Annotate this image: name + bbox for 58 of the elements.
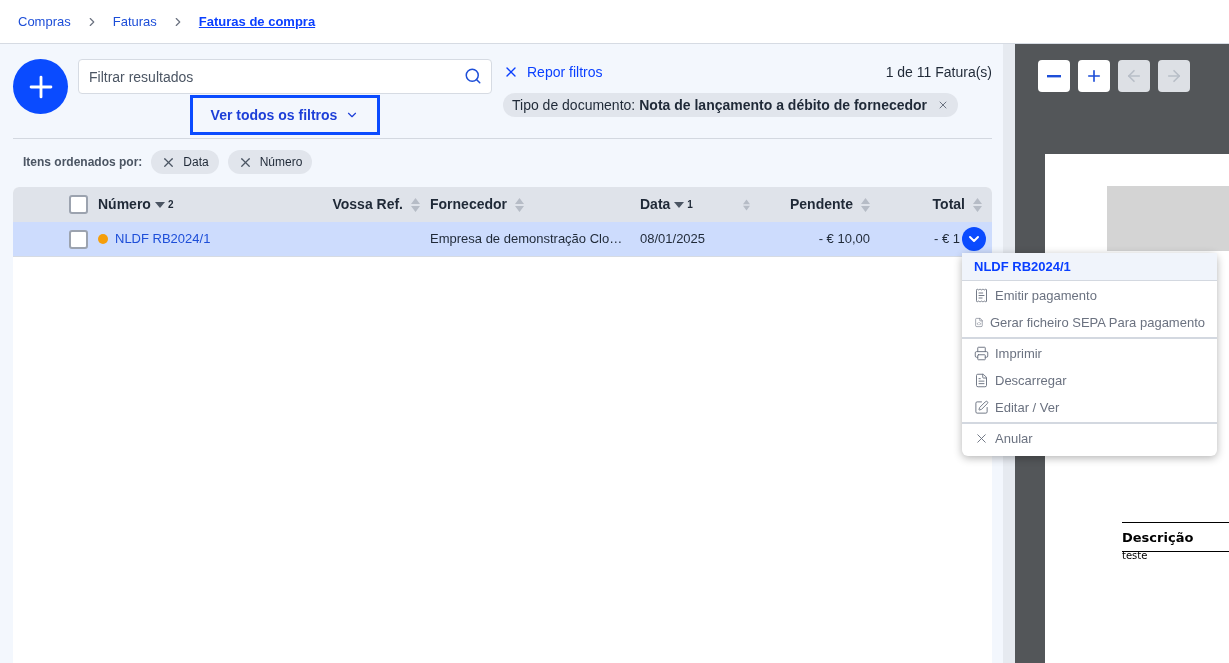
filter-name: Tipo de documento: xyxy=(512,95,636,115)
edit-icon xyxy=(974,400,989,415)
close-icon xyxy=(974,431,989,446)
select-all-checkbox[interactable] xyxy=(69,195,88,214)
table-cell-text: - € 1 xyxy=(934,230,960,249)
column-header[interactable]: Data xyxy=(640,194,671,215)
sort-order: 2 xyxy=(167,198,174,212)
filter-value: Nota de lançamento a débito de fornecedor xyxy=(639,95,928,115)
column-header[interactable]: Total xyxy=(932,194,965,215)
sort-label: Itens ordenados por: xyxy=(23,154,143,171)
receipt-icon xyxy=(974,288,989,303)
arrow-right-icon xyxy=(1165,67,1183,85)
menu-item[interactable]: Imprimir xyxy=(962,340,1217,367)
add-button[interactable] xyxy=(13,59,68,114)
reset-filters-link[interactable]: Repor filtros xyxy=(503,61,603,83)
plus-icon xyxy=(1085,67,1103,85)
sort-chip[interactable]: Número xyxy=(227,150,313,174)
sort-descending-icon[interactable] xyxy=(154,201,165,208)
sort-order: 1 xyxy=(687,198,693,212)
table-cell-text: 08/01/2025 xyxy=(640,230,706,249)
table-row[interactable]: NLDF RB2024/1 Empresa de demonstração Clo… 08/01/2025 - € 10,00 - € 1 xyxy=(13,222,992,257)
breadcrumb-link[interactable]: Faturas de compra xyxy=(198,11,316,32)
column-header[interactable]: Vossa Ref. xyxy=(332,194,403,215)
menu-item[interactable]: Gerar ficheiro SEPA Para pagamento xyxy=(962,309,1217,336)
sort-icon[interactable] xyxy=(973,197,982,212)
result-count: 1 de 11 Fatura(s) xyxy=(885,62,992,82)
table-cell-text: Empresa de demonstração Clo… xyxy=(430,230,623,249)
menu-item[interactable]: Descarregar xyxy=(962,367,1217,394)
all-filters-button[interactable]: Ver todos os filtros xyxy=(190,95,380,135)
breadcrumb-link[interactable]: Compras xyxy=(18,11,71,32)
menu-item[interactable]: Editar / Ver xyxy=(962,394,1217,421)
minus-icon xyxy=(1047,74,1061,78)
menu-item[interactable]: Emitir pagamento xyxy=(962,282,1217,309)
menu-title: NLDF RB2024/1 xyxy=(974,257,1071,276)
table-cell-text: - € 10,00 xyxy=(818,230,870,249)
sort-chip[interactable]: Data xyxy=(151,150,219,174)
section-title: Descrição xyxy=(1122,530,1194,545)
sort-descending-icon[interactable] xyxy=(674,201,685,208)
row-actions-button[interactable] xyxy=(962,227,986,251)
breadcrumb-link[interactable]: Faturas xyxy=(112,11,157,32)
zoom-out-button[interactable] xyxy=(1038,60,1070,92)
sort-icon[interactable] xyxy=(515,197,524,212)
sort-icon[interactable] xyxy=(411,197,420,212)
zoom-in-button[interactable] xyxy=(1078,60,1110,92)
section-text: teste xyxy=(1122,550,1148,562)
printer-icon xyxy=(974,346,989,361)
menu-item[interactable]: Anular xyxy=(962,425,1217,452)
row-checkbox[interactable] xyxy=(69,229,88,249)
sort-icon[interactable] xyxy=(861,197,870,212)
document-icon xyxy=(974,373,989,388)
column-header[interactable]: Número xyxy=(98,194,151,215)
column-header[interactable]: Fornecedor xyxy=(430,194,507,215)
sort-icon[interactable] xyxy=(743,197,750,212)
code-file-icon xyxy=(974,315,984,330)
column-header[interactable]: Pendente xyxy=(790,194,853,215)
invoice-link[interactable]: NLDF RB2024/1 xyxy=(115,229,211,249)
search-field[interactable]: Filtrar resultados xyxy=(78,59,492,94)
search-icon[interactable] xyxy=(464,67,482,85)
